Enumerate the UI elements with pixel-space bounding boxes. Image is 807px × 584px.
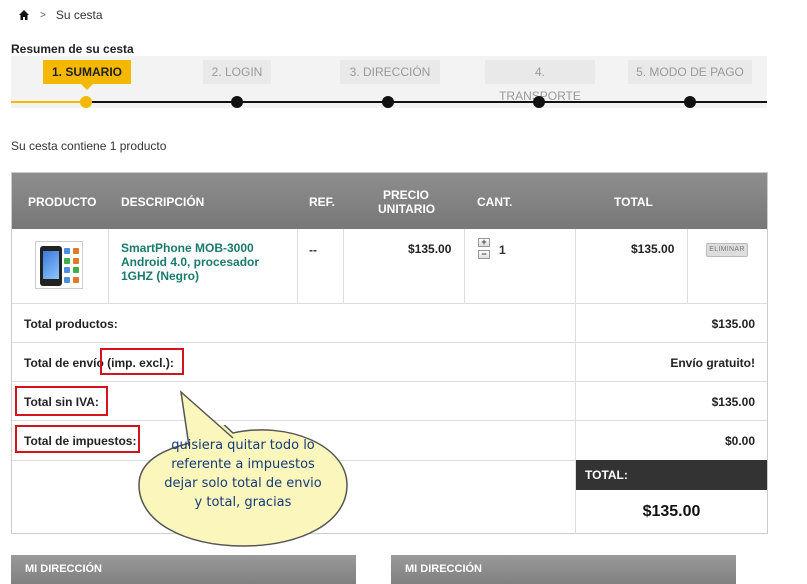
header-ref: REF.: [309, 195, 336, 209]
annotation-line-1: quisiera quitar todo lo: [171, 438, 315, 453]
step-summary[interactable]: 1. SUMARIO: [43, 60, 131, 90]
breadcrumb-current: Su cesta: [55, 8, 103, 22]
product-total: $135.00: [631, 242, 675, 256]
product-ref: --: [309, 243, 317, 257]
quantity-stepper: + −: [478, 238, 490, 262]
step-dot-summary: [80, 96, 92, 108]
highlight-box-no-vat: [15, 386, 108, 416]
highlight-box-shipping-suffix: [100, 348, 184, 375]
total-products-label: Total productos:: [24, 317, 118, 331]
product-unit-price: $135.00: [408, 242, 452, 256]
header-total: TOTAL: [614, 195, 653, 209]
total-no-vat-value: $135.00: [711, 395, 755, 409]
breadcrumb: > Su cesta: [18, 8, 103, 22]
qty-plus-button[interactable]: +: [478, 238, 490, 247]
annotation-line-3: dejar solo total de envio: [164, 476, 322, 491]
header-description: DESCRIPCIÓN: [121, 195, 205, 209]
step-progress-line: [86, 101, 767, 103]
step-dot-shipping: [533, 96, 545, 108]
header-qty: CANT.: [477, 195, 513, 209]
cart-table-header: PRODUCTO DESCRIPCIÓN REF. PRECIO UNITARI…: [12, 173, 767, 229]
grand-total-label: TOTAL:: [576, 460, 767, 490]
home-icon[interactable]: [18, 9, 30, 21]
step-dot-address: [382, 96, 394, 108]
step-login[interactable]: 2. LOGIN: [203, 60, 271, 84]
page-title: Resumen de su cesta: [11, 42, 134, 56]
total-products-row: Total productos: $135.00: [12, 303, 767, 342]
checkout-steps: 1. SUMARIO 2. LOGIN 3. DIRECCIÓN 4. TRAN…: [11, 56, 767, 108]
product-qty: 1: [499, 243, 506, 257]
grand-total-value: $135.00: [642, 503, 701, 520]
step-payment[interactable]: 5. MODO DE PAGO: [628, 60, 752, 84]
address-header-delivery: MI DIRECCIÓN: [11, 555, 356, 584]
step-dot-payment: [684, 96, 696, 108]
step-shipping[interactable]: 4. TRANSPORTE: [485, 60, 595, 103]
total-no-vat-row: Total sin IVA: $135.00: [12, 381, 767, 420]
cart-item-row: SmartPhone MOB-3000 Android 4.0, procesa…: [12, 229, 767, 303]
product-description-link[interactable]: SmartPhone MOB-3000 Android 4.0, procesa…: [121, 241, 271, 283]
total-shipping-label: Total de envío: [24, 356, 104, 370]
annotation-line-2: referente a impuestos: [171, 457, 315, 472]
address-header-invoice: MI DIRECCIÓN: [391, 555, 736, 584]
total-taxes-value: $0.00: [724, 434, 755, 448]
step-progress-done: [11, 101, 86, 103]
cart-count-text: Su cesta contiene 1 producto: [11, 139, 167, 153]
total-products-value: $135.00: [711, 317, 755, 331]
breadcrumb-separator: >: [40, 9, 46, 21]
product-image[interactable]: [35, 241, 83, 289]
step-address[interactable]: 3. DIRECCIÓN: [340, 60, 440, 84]
annotation-text: quisiera quitar todo lo referente a impu…: [137, 436, 349, 512]
step-dot-login: [231, 96, 243, 108]
header-product: PRODUCTO: [28, 195, 97, 209]
header-unit-price-line2: UNITARIO: [378, 202, 436, 216]
delete-button[interactable]: ELIMINAR: [706, 243, 748, 257]
qty-minus-button[interactable]: −: [478, 250, 490, 259]
total-shipping-value: Envío gratuito!: [670, 356, 755, 370]
header-unit-price-line1: PRECIO: [383, 188, 430, 202]
highlight-box-taxes: [15, 425, 140, 453]
annotation-line-4: y total, gracias: [194, 495, 292, 510]
